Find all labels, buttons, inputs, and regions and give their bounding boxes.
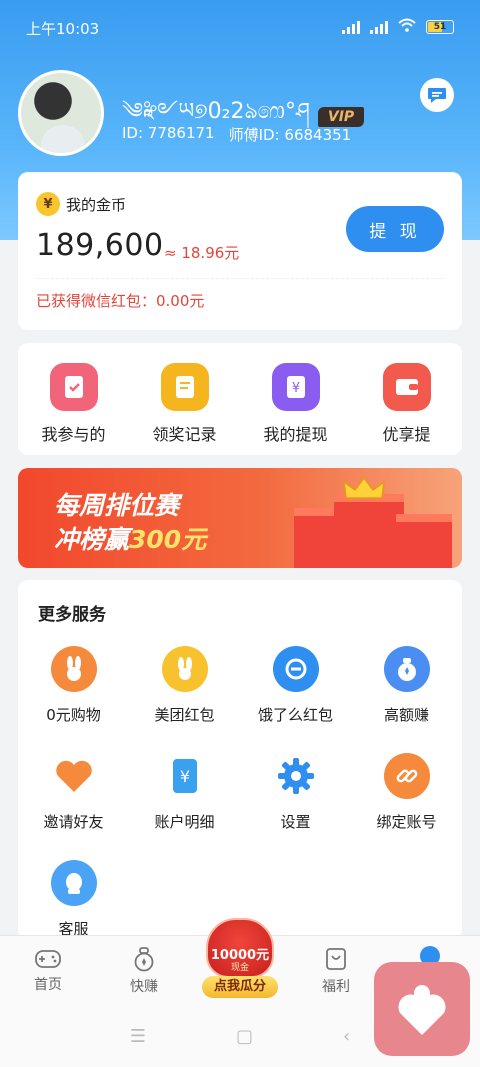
banner-line2: 冲榜赢300元 — [54, 520, 206, 556]
banner-line1: 每周排位赛 — [54, 491, 180, 520]
coin-header: ¥ 我的金币 — [36, 192, 126, 216]
services-grid: 0元购物 美团红包 饿了么红包 高额赚 邀请好友 ¥ 账户明细 设置 绑定账号 … — [18, 646, 462, 939]
crown-icon — [343, 476, 385, 499]
eleme-icon — [272, 646, 319, 692]
coin-balance: 189,600 — [36, 228, 164, 263]
withdraw-button[interactable]: 提 现 — [346, 206, 444, 252]
service-zero-shopping[interactable]: 0元购物 — [18, 646, 129, 725]
nav-home-button[interactable]: ▢ — [236, 1026, 253, 1047]
gear-icon — [272, 753, 319, 799]
link-icon — [383, 753, 430, 799]
person-heart-icon — [398, 985, 446, 1035]
tab-label: 首页 — [34, 976, 62, 993]
quick-action-label: 我参与的 — [41, 425, 106, 444]
withdraw-record-icon: ¥ — [271, 363, 320, 411]
welfare-icon — [326, 947, 346, 970]
nav-menu-button[interactable]: ☰ — [130, 1026, 146, 1047]
quick-action-label: 我的提现 — [263, 425, 328, 444]
user-id: ID: 7786171 — [122, 124, 215, 142]
gift-box-icon — [396, 514, 452, 568]
coin-icon: ¥ — [36, 192, 60, 216]
tab-label: 快赚 — [130, 978, 158, 995]
message-button[interactable] — [420, 78, 454, 112]
status-bar: 上午10:03 51 — [0, 0, 480, 56]
service-high-earn[interactable]: 高额赚 — [351, 646, 462, 725]
heart-icon — [50, 753, 97, 799]
rabbit-icon — [50, 646, 97, 692]
profile-section: ༄ཱ༻ཡ୭0₂2ঌ෩°ཤ VIP ID: 7786171 师傅ID: 66843… — [18, 70, 462, 160]
battery-icon: 51 — [426, 19, 454, 34]
meituan-icon — [161, 646, 208, 692]
quick-actions: 我参与的 领奖记录 ¥ 我的提现 优享提 — [18, 343, 462, 455]
service-invite-friends[interactable]: 邀请好友 — [18, 753, 129, 832]
wechat-redpack-text: 已获得微信红包：0.00元 — [36, 292, 205, 310]
promo-sub: 现金 — [230, 963, 249, 973]
participation-icon — [49, 363, 98, 411]
tab-label: 福利 — [322, 978, 350, 995]
signal-icon-2 — [370, 20, 388, 34]
promo-cta: 点我瓜分 — [202, 976, 278, 998]
floating-heart-widget[interactable] — [374, 962, 470, 1056]
quick-action-participated[interactable]: 我参与的 — [24, 363, 124, 445]
service-meituan-redpack[interactable]: 美团红包 — [129, 646, 240, 725]
tab-quick-earn[interactable]: 快赚 — [96, 936, 192, 1005]
service-label: 饿了么红包 — [257, 706, 333, 724]
coin-card: ¥ 我的金币 189,600 ≈ 18.96元 提 现 已获得微信红包：0.00… — [18, 172, 462, 330]
service-label: 高额赚 — [383, 706, 429, 724]
nav-back-button[interactable]: ‹ — [343, 1026, 350, 1047]
service-label: 绑定账号 — [376, 813, 437, 831]
tab-welfare[interactable]: 福利 — [288, 936, 384, 1005]
quick-action-label: 优享提 — [382, 425, 431, 444]
coin-divider — [36, 278, 444, 279]
service-label: 设置 — [280, 813, 311, 831]
service-settings[interactable]: 设置 — [240, 753, 351, 832]
gamepad-icon — [35, 949, 61, 968]
avatar[interactable] — [18, 70, 104, 156]
more-services: 更多服务 0元购物 美团红包 饿了么红包 高额赚 邀请好友 ¥ 账户明细 设置 … — [18, 580, 462, 940]
quick-action-label: 领奖记录 — [152, 425, 217, 444]
ledger-icon: ¥ — [161, 753, 208, 799]
service-account-detail[interactable]: ¥ 账户明细 — [129, 753, 240, 832]
coin-title: 我的金币 — [66, 195, 127, 214]
battery-level: 51 — [433, 21, 447, 32]
weekly-ranking-banner[interactable]: 每周排位赛 冲榜赢300元 — [18, 468, 462, 568]
cash-split-promo-button[interactable]: 10000元 现金 点我瓜分 — [200, 914, 280, 1000]
banner-line2-prize: 300元 — [129, 525, 207, 554]
id-row: ID: 7786171 师傅ID: 6684351 — [122, 124, 351, 145]
quick-action-wallet[interactable]: 优享提 — [357, 363, 457, 445]
service-customer-support[interactable]: 客服 — [18, 860, 129, 939]
service-label: 美团红包 — [154, 706, 215, 724]
chat-icon — [428, 88, 446, 103]
service-bind-account[interactable]: 绑定账号 — [351, 753, 462, 832]
tab-home[interactable]: 首页 — [0, 936, 96, 1005]
banner-line2-prefix: 冲榜赢 — [54, 525, 130, 554]
service-label: 0元购物 — [46, 706, 101, 724]
service-label: 账户明细 — [154, 813, 215, 831]
svg-text:¥: ¥ — [291, 381, 299, 396]
money-bag-icon — [383, 646, 430, 692]
quick-earn-icon — [134, 946, 154, 971]
wifi-icon — [398, 18, 416, 35]
master-id: 师傅ID: 6684351 — [228, 126, 352, 144]
service-label: 邀请好友 — [43, 813, 104, 831]
support-icon — [50, 860, 97, 906]
quick-action-prize-record[interactable]: 领奖记录 — [135, 363, 235, 445]
quick-action-withdraw-record[interactable]: ¥ 我的提现 — [246, 363, 346, 445]
wallet-icon — [382, 363, 431, 411]
gift-box-icon — [334, 494, 404, 568]
svg-text:¥: ¥ — [179, 767, 189, 786]
signal-icon — [342, 20, 360, 34]
coin-rmb-equivalent: ≈ 18.96元 — [164, 244, 240, 262]
prize-record-icon — [160, 363, 209, 411]
status-time: 上午10:03 — [26, 20, 100, 38]
services-title: 更多服务 — [38, 605, 106, 625]
service-eleme-redpack[interactable]: 饿了么红包 — [240, 646, 351, 725]
